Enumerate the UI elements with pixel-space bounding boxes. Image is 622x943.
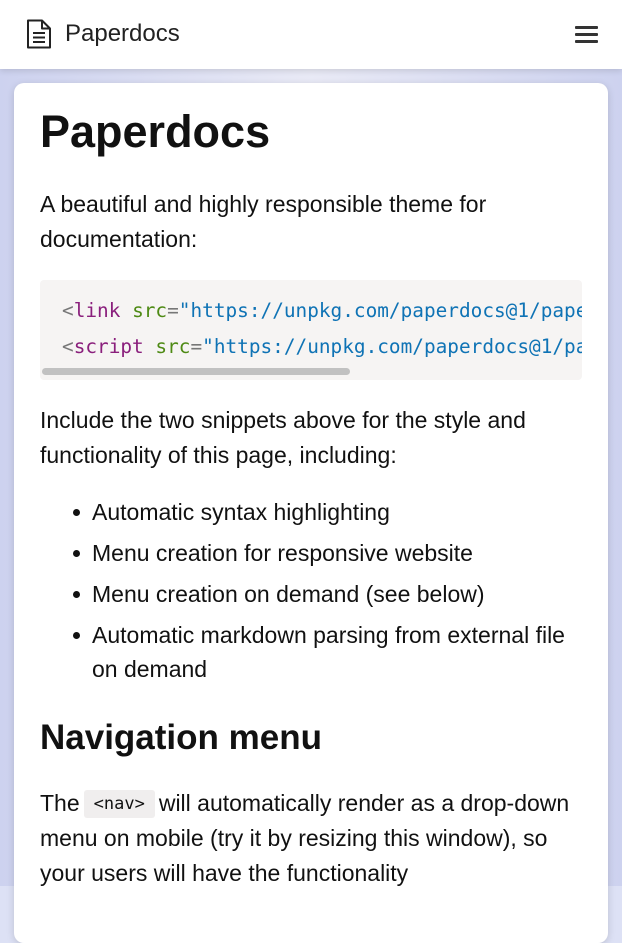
code-tag: link: [73, 299, 121, 322]
list-item: Automatic syntax highlighting: [73, 495, 582, 529]
list-item: Automatic markdown parsing from external…: [73, 618, 582, 686]
navigation-paragraph: The <nav> will automatically render as a d…: [40, 790, 570, 886]
code-string: "https://unpkg.com/paperdocs@1/paperdocs…: [178, 299, 582, 322]
section-heading-navigation: Navigation menu: [40, 718, 322, 757]
brand-link[interactable]: Paperdocs: [26, 17, 180, 51]
code-block[interactable]: <link src="https://unpkg.com/paperdocs@1…: [40, 280, 582, 380]
page-title: Paperdocs: [40, 106, 271, 157]
content-card: Paperdocs A beautiful and highly respons…: [14, 83, 608, 943]
brand-title: Paperdocs: [65, 20, 180, 47]
intro-paragraph: A beautiful and highly responsible theme…: [40, 191, 487, 252]
code-line-script: <script src="https://unpkg.com/paperdocs…: [62, 334, 582, 360]
include-paragraph: Include the two snippets above for the s…: [40, 407, 526, 468]
inline-code-nav: <nav>: [83, 790, 155, 818]
list-item: Menu creation for responsive website: [73, 536, 582, 570]
code-line-link: <link src="https://unpkg.com/paperdocs@1…: [62, 298, 582, 324]
code-string: "https://unpkg.com/paperdocs@1/paperdocs…: [202, 335, 582, 358]
code-attr: src: [155, 335, 191, 358]
hamburger-menu-icon[interactable]: [574, 22, 600, 48]
code-tag: script: [73, 335, 144, 358]
top-navbar: Paperdocs: [0, 0, 622, 69]
horizontal-scrollbar[interactable]: [42, 368, 350, 375]
document-icon: [26, 19, 52, 49]
list-item: Menu creation on demand (see below): [73, 577, 582, 611]
code-attr: src: [132, 299, 168, 322]
feature-list: Automatic syntax highlighting Menu creat…: [40, 495, 582, 693]
